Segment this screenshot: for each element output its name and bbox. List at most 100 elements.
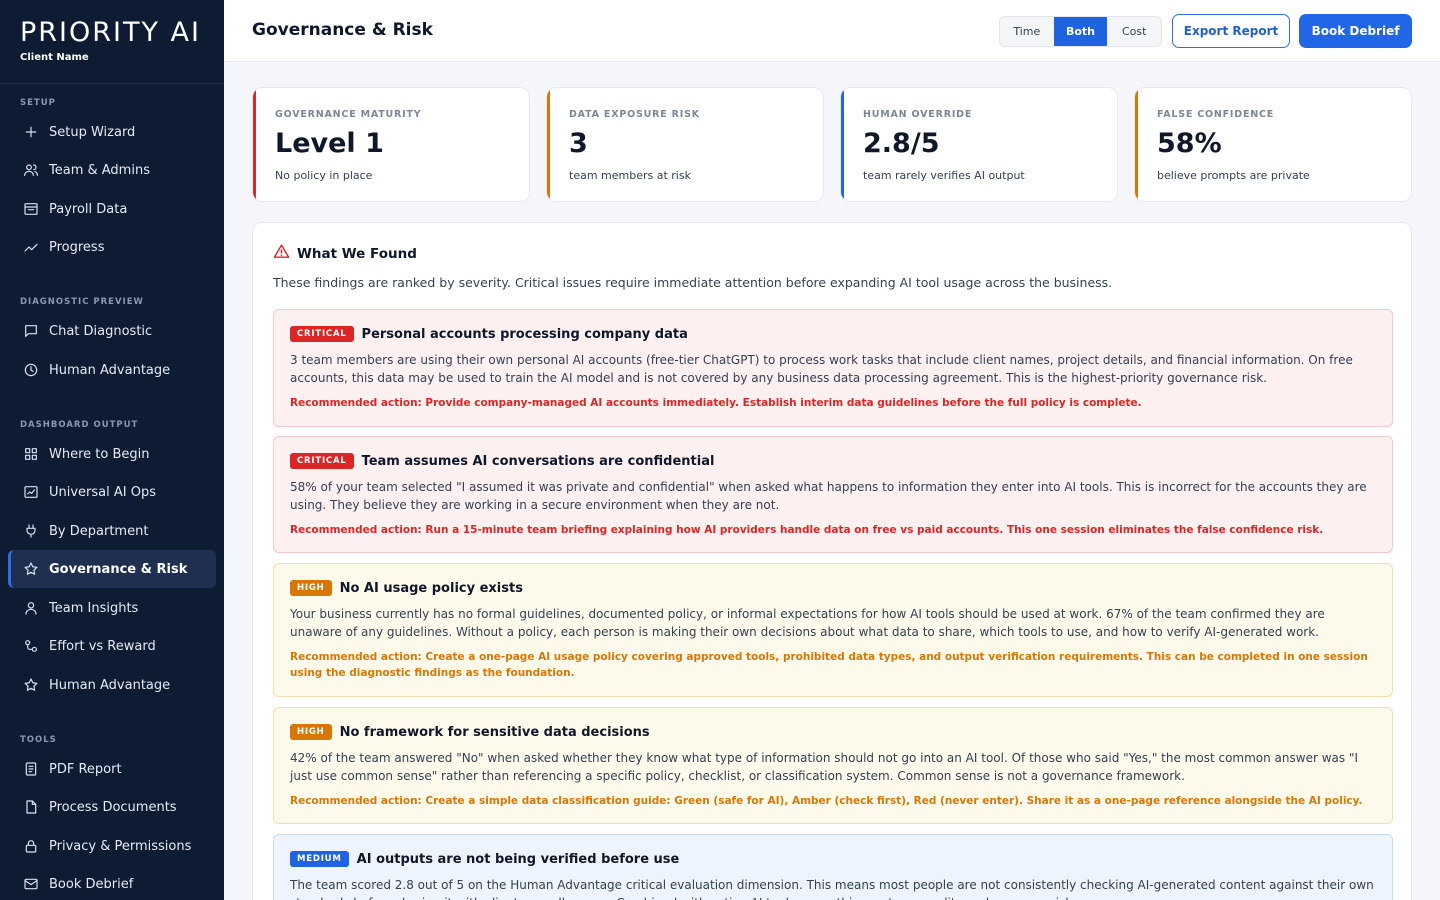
finding-action: Recommended action: Create a simple data…: [290, 795, 1363, 807]
kpi-accent-bar: [547, 88, 550, 201]
kpi-subtext: believe prompts are private: [1157, 169, 1310, 182]
sidebar-item-setup-wizard[interactable]: Setup Wizard: [8, 113, 216, 151]
toggle-time[interactable]: Time: [1000, 17, 1054, 46]
findings-title: What We Found: [297, 245, 417, 262]
kpi-value: 3: [569, 128, 588, 159]
kpi-card-governance-maturity: GOVERNANCE MATURITY Level 1 No policy in…: [252, 87, 530, 202]
time-cost-toggle: Time Both Cost: [999, 16, 1162, 47]
sidebar-item-book-debrief[interactable]: Book Debrief: [8, 865, 216, 900]
user-icon: [22, 599, 40, 617]
kpi-value: Level 1: [275, 128, 384, 159]
sidebar-item-team-admins[interactable]: Team & Admins: [8, 151, 216, 189]
sidebar-item-label: Governance & Risk: [49, 561, 188, 577]
sidebar-item-process-documents[interactable]: Process Documents: [8, 788, 216, 826]
sidebar-item-label: Human Advantage: [49, 362, 171, 378]
finding-body: 42% of the team answered "No" when asked…: [290, 751, 1359, 783]
section-label-dashboard-output: DASHBOARD OUTPUT: [20, 420, 139, 430]
grid-icon: [22, 445, 40, 463]
kpi-label: DATA EXPOSURE RISK: [569, 109, 700, 120]
sidebar-item-label: PDF Report: [49, 761, 122, 777]
sidebar-item-label: Book Debrief: [49, 876, 134, 892]
chat-icon: [22, 322, 40, 340]
sidebar-item-where-to-begin[interactable]: Where to Begin: [8, 435, 216, 473]
sidebar-item-effort-vs-reward[interactable]: Effort vs Reward: [8, 627, 216, 665]
finding-card: CRITICAL Personal accounts processing co…: [273, 309, 1393, 427]
table-icon: [22, 200, 40, 218]
finding-title: No AI usage policy exists: [339, 580, 523, 596]
toggle-cost[interactable]: Cost: [1107, 17, 1161, 46]
kpi-subtext: team members at risk: [569, 169, 691, 182]
sidebar-item-human-advantage[interactable]: Human Advantage: [8, 666, 216, 704]
page-title: Governance & Risk: [252, 20, 433, 40]
finding-action: Recommended action: Create a one-page AI…: [290, 651, 1368, 679]
sidebar-item-progress[interactable]: Progress: [8, 228, 216, 266]
book-debrief-button[interactable]: Book Debrief: [1299, 14, 1412, 48]
finding-body: The team scored 2.8 out of 5 on the Huma…: [290, 878, 1374, 900]
sidebar-item-label: Payroll Data: [49, 201, 128, 217]
kpi-subtext: No policy in place: [275, 169, 373, 182]
users-icon: [22, 161, 40, 179]
sidebar-item-by-department[interactable]: By Department: [8, 512, 216, 550]
sidebar-item-label: Where to Begin: [49, 446, 150, 462]
trend-icon: [22, 238, 40, 256]
brand: PRIORITY AI Client Name: [0, 0, 224, 84]
export-report-button[interactable]: Export Report: [1172, 14, 1290, 48]
finding-action: Recommended action: Run a 15-minute team…: [290, 524, 1324, 536]
sidebar-item-label: Team & Admins: [49, 162, 150, 178]
sidebar-item-label: Process Documents: [49, 799, 177, 815]
finding-action: Recommended action: Provide company-mana…: [290, 397, 1142, 409]
finding-card: HIGH No framework for sensitive data dec…: [273, 707, 1393, 824]
finding-title: Personal accounts processing company dat…: [361, 326, 688, 342]
sidebar-item-payroll-data[interactable]: Payroll Data: [8, 190, 216, 228]
kpi-card-data-exposure-risk: DATA EXPOSURE RISK 3 team members at ris…: [546, 87, 824, 202]
sidebar-item-label: Chat Diagnostic: [49, 323, 153, 339]
finding-card: CRITICAL Team assumes AI conversations a…: [273, 436, 1393, 553]
section-label-setup: SETUP: [20, 98, 56, 108]
sidebar-item-universal-ai-ops[interactable]: Universal AI Ops: [8, 473, 216, 511]
sidebar-item-governance-risk[interactable]: Governance & Risk: [8, 550, 216, 588]
kpi-value: 2.8/5: [863, 128, 940, 159]
sidebar-item-human-advantage-preview[interactable]: Human Advantage: [8, 351, 216, 389]
sidebar-item-label: Universal AI Ops: [49, 484, 157, 500]
severity-badge: HIGH: [290, 580, 332, 596]
sidebar-item-label: By Department: [49, 523, 149, 539]
kpi-accent-bar: [841, 88, 844, 201]
chart-icon: [22, 483, 40, 501]
sidebar-item-label: Setup Wizard: [49, 124, 136, 140]
sidebar: PRIORITY AI Client Name SETUP DIAGNOSTIC…: [0, 0, 224, 900]
star-icon: [22, 676, 40, 694]
kpi-value: 58%: [1157, 128, 1222, 159]
sidebar-item-label: Effort vs Reward: [49, 638, 156, 654]
kpi-label: GOVERNANCE MATURITY: [275, 109, 422, 120]
sidebar-item-chat-diagnostic[interactable]: Chat Diagnostic: [8, 312, 216, 350]
sidebar-item-pdf-report[interactable]: PDF Report: [8, 750, 216, 788]
section-label-tools: TOOLS: [20, 735, 57, 745]
finding-body: 3 team members are using their own perso…: [290, 353, 1353, 385]
section-label-diagnostic-preview: DIAGNOSTIC PREVIEW: [20, 297, 144, 307]
finding-title: No framework for sensitive data decision…: [339, 724, 650, 740]
severity-badge: MEDIUM: [290, 851, 349, 867]
file-icon: [22, 798, 40, 816]
kpi-card-false-confidence: FALSE CONFIDENCE 58% believe prompts are…: [1134, 87, 1412, 202]
finding-body: Your business currently has no formal gu…: [290, 607, 1325, 639]
sidebar-item-privacy-permissions[interactable]: Privacy & Permissions: [8, 827, 216, 865]
brand-logo: PRIORITY AI: [20, 17, 201, 48]
finding-card: MEDIUM AI outputs are not being verified…: [273, 834, 1393, 900]
findings-intro: These findings are ranked by severity. C…: [273, 275, 1113, 290]
top-header: Governance & Risk Time Both Cost Export …: [224, 0, 1440, 62]
finding-title: Team assumes AI conversations are confid…: [361, 453, 715, 469]
severity-badge: CRITICAL: [290, 453, 354, 469]
kpi-subtext: team rarely verifies AI output: [863, 169, 1025, 182]
sidebar-item-team-insights[interactable]: Team Insights: [8, 589, 216, 627]
sidebar-item-label: Progress: [49, 239, 105, 255]
lock-icon: [22, 837, 40, 855]
finding-card: HIGH No AI usage policy exists Your busi…: [273, 563, 1393, 697]
warning-icon: [273, 243, 297, 264]
severity-badge: HIGH: [290, 724, 332, 740]
sidebar-item-label: Team Insights: [49, 600, 139, 616]
finding-title: AI outputs are not being verified before…: [356, 851, 680, 867]
kpi-label: HUMAN OVERRIDE: [863, 109, 973, 120]
kpi-accent-bar: [1135, 88, 1138, 201]
severity-badge: CRITICAL: [290, 326, 354, 342]
toggle-both[interactable]: Both: [1053, 17, 1108, 46]
